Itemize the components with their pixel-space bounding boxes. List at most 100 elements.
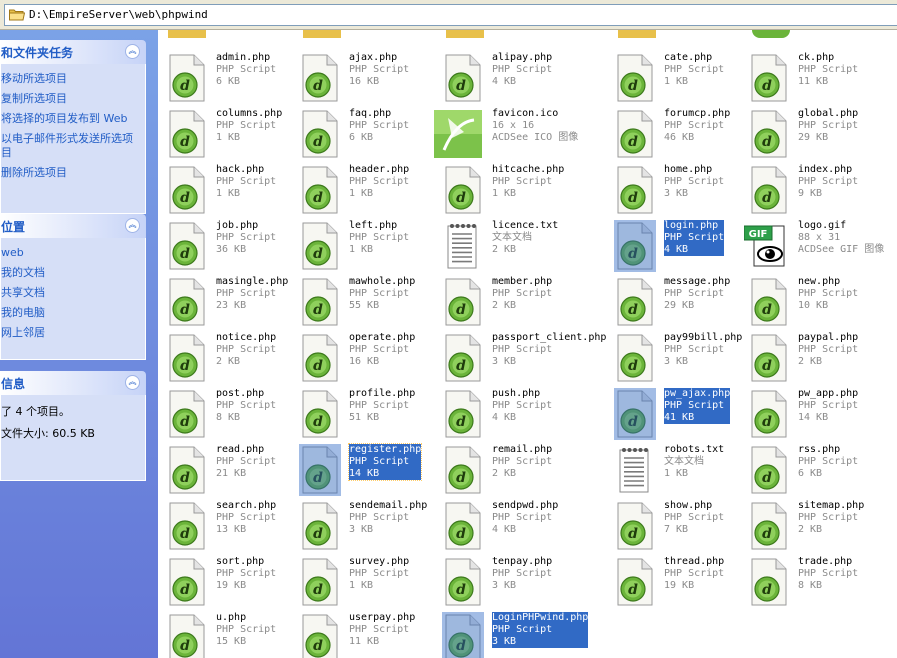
file-item[interactable]: d rss.php PHP Script 6 KB [740, 444, 890, 496]
file-meta: thread.php PHP Script 19 KB [664, 556, 724, 592]
file-item[interactable]: d thread.php PHP Script 19 KB [606, 556, 740, 608]
file-item[interactable]: d pay99bill.php PHP Script 3 KB [606, 332, 742, 384]
file-item[interactable]: d member.php PHP Script 2 KB [434, 276, 606, 328]
file-item[interactable]: d tenpay.php PHP Script 3 KB [434, 556, 606, 608]
file-item[interactable]: d ajax.php PHP Script 16 KB [291, 52, 434, 104]
place-my-computer[interactable]: 我的电脑 [1, 306, 145, 320]
other-places-header[interactable]: 位置 ︽ [0, 214, 146, 238]
file-tasks-header[interactable]: 和文件夹任务 ︽ [0, 40, 146, 64]
svg-text:d: d [762, 358, 772, 374]
php-file-icon: d [168, 166, 206, 214]
file-item[interactable]: d header.php PHP Script 1 KB [291, 164, 434, 216]
file-item[interactable]: d hitcache.php PHP Script 1 KB [434, 164, 606, 216]
file-item[interactable]: d global.php PHP Script 29 KB [740, 108, 890, 160]
task-copy[interactable]: 复制所选项目 [1, 92, 145, 106]
other-places-body: web 我的文档 共享文档 我的电脑 网上邻居 [0, 238, 146, 360]
file-item[interactable]: d pw_app.php PHP Script 14 KB [740, 388, 890, 440]
file-item[interactable]: d profile.php PHP Script 51 KB [291, 388, 434, 440]
file-item[interactable]: d job.php PHP Script 36 KB [158, 220, 291, 272]
svg-text:d: d [628, 134, 638, 150]
file-item[interactable]: d LoginPHPwind.php PHP Script 3 KB [434, 612, 606, 658]
file-item[interactable]: d post.php PHP Script 8 KB [158, 388, 291, 440]
file-item[interactable]: d pw_ajax.php PHP Script 41 KB [606, 388, 740, 440]
place-shared-documents[interactable]: 共享文档 [1, 286, 145, 300]
svg-text:d: d [180, 190, 190, 206]
svg-text:d: d [762, 302, 772, 318]
file-item[interactable]: GIF logo.gif 88 x 31 ACDSee GIF 图像 [740, 220, 890, 272]
php-file-icon: d [168, 278, 206, 326]
file-item[interactable]: d cate.php PHP Script 1 KB [606, 52, 740, 104]
file-name: pw_app.php [798, 388, 859, 399]
file-item[interactable]: d u.php PHP Script 15 KB [158, 612, 291, 658]
php-file-icon: d [750, 558, 788, 606]
file-item[interactable]: d register.php PHP Script 14 KB [291, 443, 434, 496]
file-item[interactable]: d search.php PHP Script 13 KB [158, 500, 291, 552]
partial-folder-icon [618, 30, 656, 38]
place-network[interactable]: 网上邻居 [1, 326, 145, 340]
file-item[interactable]: d remail.php PHP Script 2 KB [434, 444, 606, 496]
file-item[interactable]: d survey.php PHP Script 1 KB [291, 556, 434, 608]
file-item[interactable]: d ck.php PHP Script 11 KB [740, 52, 890, 104]
svg-text:d: d [180, 302, 190, 318]
svg-text:d: d [762, 470, 772, 486]
file-item[interactable]: d login.php PHP Script 4 KB [606, 220, 740, 272]
file-item[interactable]: licence.txt 文本文档 2 KB [434, 220, 606, 272]
file-item[interactable]: d forumcp.php PHP Script 46 KB [606, 108, 740, 160]
collapse-chevron-icon[interactable]: ︽ [125, 218, 140, 233]
task-publish-web[interactable]: 将选择的项目发布到 Web [1, 112, 141, 126]
file-item[interactable]: d alipay.php PHP Script 4 KB [434, 52, 606, 104]
file-name: columns.php [216, 108, 283, 119]
file-item[interactable]: d sendemail.php PHP Script 3 KB [291, 500, 434, 552]
file-size: 10 KB [798, 300, 829, 311]
svg-text:d: d [628, 78, 638, 94]
file-item[interactable]: d home.php PHP Script 3 KB [606, 164, 740, 216]
file-item[interactable]: d left.php PHP Script 1 KB [291, 220, 434, 272]
file-item[interactable]: d admin.php PHP Script 6 KB [158, 52, 291, 104]
file-item[interactable]: d masingle.php PHP Script 23 KB [158, 276, 291, 328]
details-header[interactable]: 信息 ︽ [0, 371, 146, 395]
task-move[interactable]: 移动所选项目 [1, 72, 145, 86]
file-size: 1 KB [216, 132, 241, 143]
svg-text:d: d [628, 302, 638, 318]
file-item[interactable]: d userpay.php PHP Script 11 KB [291, 612, 434, 658]
place-my-documents[interactable]: 我的文档 [1, 266, 145, 280]
file-size: 29 KB [664, 300, 695, 311]
file-meta: forumcp.php PHP Script 46 KB [664, 108, 730, 144]
file-item[interactable]: d hack.php PHP Script 1 KB [158, 164, 291, 216]
file-item[interactable]: d index.php PHP Script 9 KB [740, 164, 890, 216]
file-item[interactable]: d mawhole.php PHP Script 55 KB [291, 276, 434, 328]
file-item[interactable]: favicon.ico 16 x 16 ACDSee ICO 图像 [434, 108, 606, 160]
file-item[interactable]: d sort.php PHP Script 19 KB [158, 556, 291, 608]
file-item[interactable]: d message.php PHP Script 29 KB [606, 276, 740, 328]
file-name: login.php [664, 220, 719, 231]
file-item[interactable]: d trade.php PHP Script 8 KB [740, 556, 890, 608]
place-web[interactable]: web [1, 246, 145, 260]
file-item[interactable]: d new.php PHP Script 10 KB [740, 276, 890, 328]
file-item[interactable]: d sitemap.php PHP Script 2 KB [740, 500, 890, 552]
file-item[interactable]: d show.php PHP Script 7 KB [606, 500, 740, 552]
file-item[interactable]: d read.php PHP Script 21 KB [158, 444, 291, 496]
php-file-icon: d [750, 446, 788, 494]
txt-file-icon [444, 222, 482, 270]
file-item[interactable]: d faq.php PHP Script 6 KB [291, 108, 434, 160]
task-email[interactable]: 以电子邮件形式发送所选项目 [1, 132, 141, 160]
collapse-chevron-icon[interactable]: ︽ [125, 44, 140, 59]
file-item[interactable]: d sendpwd.php PHP Script 4 KB [434, 500, 606, 552]
task-pane: 和文件夹任务 ︽ 移动所选项目 复制所选项目 将选择的项目发布到 Web 以电子… [0, 30, 158, 658]
address-field[interactable]: D:\EmpireServer\web\phpwind [4, 4, 897, 26]
file-size: 4 KB [492, 412, 517, 423]
file-item[interactable]: d passport_client.php PHP Script 3 KB [434, 332, 606, 384]
task-delete[interactable]: 删除所选项目 [1, 166, 145, 180]
file-meta: tenpay.php PHP Script 3 KB [492, 556, 552, 592]
file-item[interactable]: d push.php PHP Script 4 KB [434, 388, 606, 440]
collapse-chevron-icon[interactable]: ︽ [125, 375, 140, 390]
file-item[interactable]: d columns.php PHP Script 1 KB [158, 108, 291, 160]
php-file-icon: d [750, 54, 788, 102]
file-size: 2 KB [492, 300, 517, 311]
file-item[interactable]: robots.txt 文本文档 1 KB [606, 444, 740, 496]
file-item[interactable]: d paypal.php PHP Script 2 KB [740, 332, 890, 384]
file-item[interactable]: d operate.php PHP Script 16 KB [291, 332, 434, 384]
svg-text:GIF: GIF [749, 229, 768, 240]
file-type: 88 x 31 [798, 232, 841, 243]
file-item[interactable]: d notice.php PHP Script 2 KB [158, 332, 291, 384]
